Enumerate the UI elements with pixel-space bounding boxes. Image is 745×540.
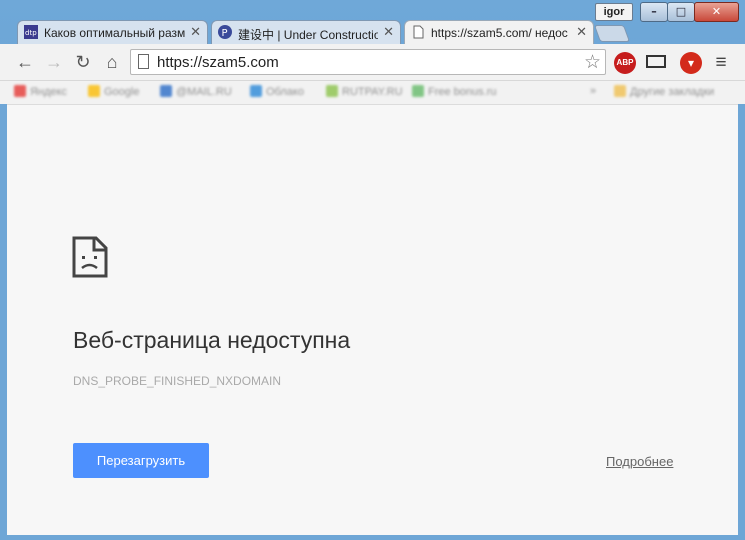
tab-3-active[interactable]: https://szam5.com/ недос ✕ — [404, 20, 594, 45]
back-icon[interactable]: ← — [14, 52, 36, 74]
menu-icon[interactable]: ≡ — [710, 52, 732, 74]
svg-text:P: P — [222, 28, 228, 39]
navigation-toolbar: ← → ↻ ⌂ ☆ ABP ▾ ≡ — [0, 44, 745, 81]
minimize-button[interactable]: – — [640, 2, 668, 22]
tab-title: Каков оптимальный разм — [44, 26, 185, 40]
window-frame-bottom — [0, 535, 745, 540]
tab-2[interactable]: P 建设中 | Under Constructio ✕ — [211, 20, 401, 44]
error-title: Веб-страница недоступна — [73, 327, 351, 353]
tab-title: https://szam5.com/ недос — [431, 26, 568, 40]
window-frame-right — [738, 104, 745, 535]
bookmark-icon — [160, 85, 172, 97]
tab-1[interactable]: dtp Каков оптимальный разм ✕ — [17, 20, 208, 44]
title-bar: igor – □ ✕ dtp Каков оптимальный разм ✕ … — [0, 0, 745, 45]
p-icon: P — [218, 25, 232, 39]
home-icon[interactable]: ⌂ — [101, 52, 123, 74]
other-bookmarks[interactable]: Другие закладки — [614, 85, 714, 101]
forward-icon[interactable]: → — [43, 52, 65, 74]
url-input[interactable] — [157, 53, 577, 71]
download-extension-icon[interactable]: ▾ — [680, 52, 702, 74]
profile-badge[interactable]: igor — [595, 3, 633, 21]
page-icon — [411, 25, 425, 39]
reload-button[interactable]: Перезагрузить — [73, 443, 209, 478]
adblock-icon[interactable]: ABP — [614, 52, 636, 74]
details-link[interactable]: Подробнее — [606, 454, 673, 469]
bookmark-item[interactable]: @MAIL.RU — [160, 85, 232, 101]
bookmark-item[interactable]: Яндекс — [14, 85, 67, 101]
ruler-extension-icon[interactable] — [646, 55, 666, 68]
bookmarks-overflow[interactable]: » — [590, 85, 596, 101]
maximize-button[interactable]: □ — [667, 2, 695, 22]
bookmark-icon — [250, 85, 262, 97]
browser-window: igor – □ ✕ dtp Каков оптимальный разм ✕ … — [0, 0, 745, 540]
window-frame-left — [0, 104, 7, 535]
error-page: Веб-страница недоступна DNS_PROBE_FINISH… — [7, 105, 738, 535]
bookmark-icon — [326, 85, 338, 97]
dtp-icon: dtp — [24, 25, 38, 39]
close-tab-icon[interactable]: ✕ — [190, 24, 201, 40]
bookmark-icon — [412, 85, 424, 97]
bookmark-icon — [88, 85, 100, 97]
bookmark-item[interactable]: RUTPAY.RU — [326, 85, 403, 101]
reload-icon[interactable]: ↻ — [72, 52, 94, 74]
error-code: DNS_PROBE_FINISHED_NXDOMAIN — [73, 374, 282, 388]
tab-title: 建设中 | Under Constructio — [238, 28, 378, 42]
close-window-button[interactable]: ✕ — [694, 2, 739, 22]
bookmark-item[interactable]: Free bonus.ru — [412, 85, 496, 101]
address-bar[interactable]: ☆ — [130, 49, 606, 75]
close-tab-icon[interactable]: ✕ — [576, 24, 587, 40]
bookmark-star-icon[interactable]: ☆ — [584, 51, 601, 74]
sad-page-icon — [72, 236, 108, 278]
bookmark-item[interactable]: Google — [88, 85, 139, 101]
bookmarks-bar: Яндекс Google @MAIL.RU Облако RUTPAY.RU … — [0, 81, 745, 105]
folder-icon — [614, 85, 626, 97]
new-tab-button[interactable] — [593, 25, 631, 42]
page-info-icon[interactable] — [138, 54, 149, 69]
bookmark-item[interactable]: Облако — [250, 85, 304, 101]
bookmark-icon — [14, 85, 26, 97]
close-tab-icon[interactable]: ✕ — [383, 24, 394, 40]
svg-text:dtp: dtp — [25, 29, 37, 37]
